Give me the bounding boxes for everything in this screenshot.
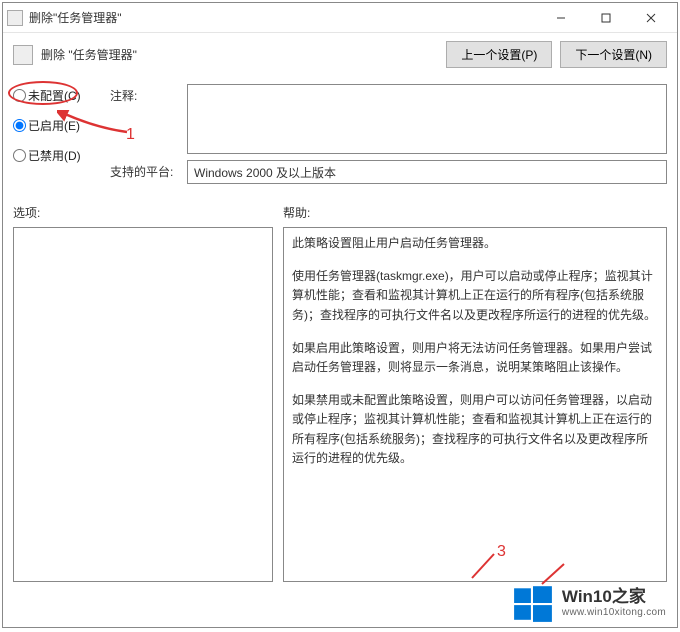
supported-on-field: Windows 2000 及以上版本 xyxy=(187,160,667,184)
help-p0: 此策略设置阻止用户启动任务管理器。 xyxy=(292,234,658,253)
close-button[interactable] xyxy=(628,4,673,32)
minimize-button[interactable] xyxy=(538,4,583,32)
app-icon xyxy=(7,10,23,26)
radio-disabled[interactable] xyxy=(13,149,26,162)
help-p2: 如果启用此策略设置，则用户将无法访问任务管理器。如果用户尝试启动任务管理器，则将… xyxy=(292,339,658,377)
policy-title: 删除 "任务管理器" xyxy=(41,46,446,63)
radio-not-configured[interactable] xyxy=(13,89,26,102)
help-column: 帮助: 此策略设置阻止用户启动任务管理器。 使用任务管理器(taskmgr.ex… xyxy=(283,204,667,582)
help-box: 此策略设置阻止用户启动任务管理器。 使用任务管理器(taskmgr.exe)，用… xyxy=(283,227,667,582)
radio-enabled[interactable] xyxy=(13,119,26,132)
radio-disabled-label: 已禁用(D) xyxy=(28,147,81,164)
header-row: 删除 "任务管理器" 上一个设置(P) 下一个设置(N) xyxy=(13,41,667,68)
supported-on-label: 支持的平台: xyxy=(110,160,185,180)
comment-textarea[interactable] xyxy=(187,84,667,154)
options-box xyxy=(13,227,273,582)
supported-on-text: Windows 2000 及以上版本 xyxy=(194,166,336,180)
titlebar[interactable]: 删除"任务管理器" xyxy=(3,3,677,33)
next-setting-button[interactable]: 下一个设置(N) xyxy=(560,41,667,68)
help-p3: 如果禁用或未配置此策略设置，则用户可以访问任务管理器，以启动或停止程序；监视其计… xyxy=(292,391,658,468)
options-column: 选项: xyxy=(13,204,273,582)
window-buttons xyxy=(538,4,673,32)
radio-not-configured-row: 未配置(C) xyxy=(13,84,108,106)
prev-setting-button[interactable]: 上一个设置(P) xyxy=(446,41,552,68)
maximize-button[interactable] xyxy=(583,4,628,32)
radio-enabled-label: 已启用(E) xyxy=(28,117,80,134)
policy-icon xyxy=(13,45,33,65)
nav-buttons: 上一个设置(P) 下一个设置(N) xyxy=(446,41,667,68)
options-label: 选项: xyxy=(13,204,273,221)
window-title: 删除"任务管理器" xyxy=(29,9,538,26)
lower-section: 选项: 帮助: 此策略设置阻止用户启动任务管理器。 使用任务管理器(taskmg… xyxy=(13,204,667,582)
radio-disabled-row: 已禁用(D) xyxy=(13,144,108,166)
help-p1: 使用任务管理器(taskmgr.exe)，用户可以启动或停止程序；监视其计算机性… xyxy=(292,267,658,325)
settings-grid: 未配置(C) 已启用(E) 已禁用(D) 注释: 支持的平台: Windows … xyxy=(13,84,667,190)
radio-not-configured-label: 未配置(C) xyxy=(28,87,81,104)
radio-enabled-row: 已启用(E) xyxy=(13,114,108,136)
dialog-content: 删除 "任务管理器" 上一个设置(P) 下一个设置(N) 未配置(C) 已启用(… xyxy=(3,33,677,592)
dialog-window: 删除"任务管理器" 删除 "任务管理器" 上一个设置(P) 下一个设置(N) 未… xyxy=(2,2,678,628)
help-label: 帮助: xyxy=(283,204,667,221)
comment-label: 注释: xyxy=(110,84,185,104)
radio-group: 未配置(C) 已启用(E) 已禁用(D) xyxy=(13,84,108,174)
